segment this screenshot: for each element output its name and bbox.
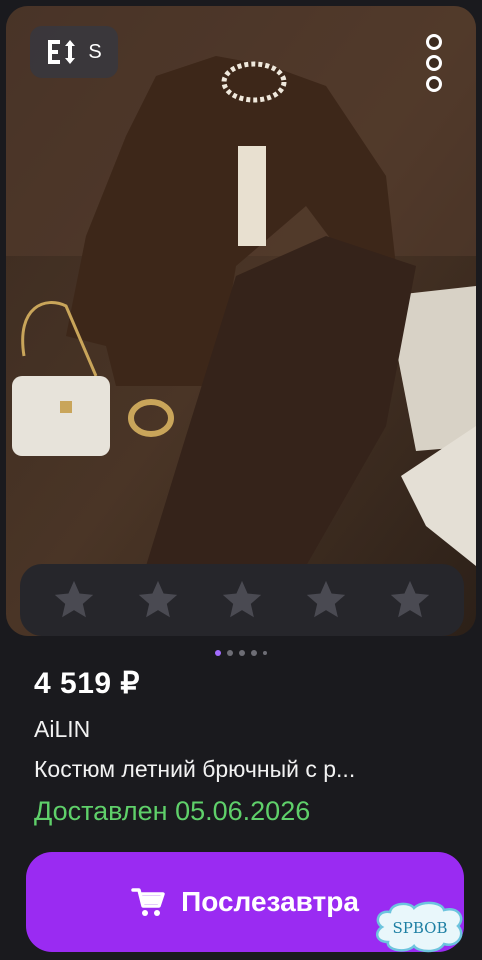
- delivery-button-label: Послезавтра: [181, 886, 359, 917]
- product-title[interactable]: Костюм летний брючный с р...: [34, 756, 355, 783]
- pager-dot: [227, 650, 233, 656]
- product-image[interactable]: [6, 6, 476, 636]
- pager-dot: [251, 650, 257, 656]
- pager-dot: [239, 650, 245, 656]
- watermark-text: SPBOB: [393, 919, 448, 937]
- star-icon[interactable]: [303, 577, 349, 623]
- star-icon[interactable]: [135, 577, 181, 623]
- star-icon[interactable]: [387, 577, 433, 623]
- more-options-icon[interactable]: [422, 34, 446, 92]
- product-price: 4 519 ₽: [34, 667, 140, 700]
- size-badge[interactable]: S: [30, 26, 118, 78]
- size-chart-icon: [48, 40, 76, 64]
- pager-dot: [263, 651, 267, 655]
- delivery-status: Доставлен 05.06.2026: [34, 796, 311, 826]
- watermark-logo: SPBOB: [375, 901, 463, 953]
- size-value: S: [88, 40, 102, 63]
- cart-icon: [131, 888, 165, 916]
- product-brand[interactable]: AiLIN: [34, 716, 90, 743]
- product-card[interactable]: S: [6, 6, 476, 636]
- star-icon[interactable]: [219, 577, 265, 623]
- pager-dot-active: [215, 650, 221, 656]
- star-icon[interactable]: [51, 577, 97, 623]
- rating-stars[interactable]: [20, 564, 464, 636]
- gallery-pager: [0, 650, 482, 656]
